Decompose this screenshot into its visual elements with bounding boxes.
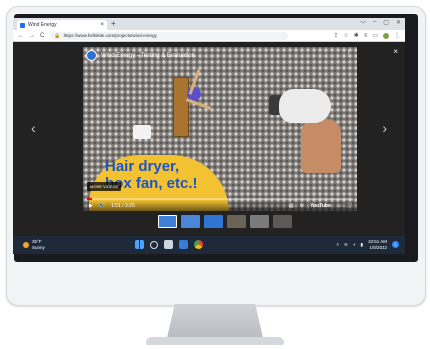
- previous-arrow-icon[interactable]: ‹: [31, 120, 36, 136]
- video-thumbnail[interactable]: [250, 215, 269, 228]
- new-tab-button[interactable]: +: [111, 19, 116, 28]
- turbine-post: [173, 77, 189, 137]
- reading-list-icon[interactable]: ≡: [364, 33, 368, 39]
- youtube-logo[interactable]: YouTube: [310, 203, 331, 209]
- minimize-button[interactable]: –: [373, 19, 376, 28]
- wifi-icon[interactable]: ≋: [344, 242, 348, 248]
- video-controls: ▶ 🔊 1:01 / 3:25 ▤ ⚙ YouTube ▭ ⛶: [83, 200, 357, 211]
- tab-strip: Wind Energy × + ﹀ – ▢ ✕: [13, 18, 405, 30]
- sun-icon: [23, 241, 29, 248]
- search-icon[interactable]: [150, 240, 158, 249]
- monitor-base: [146, 337, 284, 345]
- video-thumbnail[interactable]: [227, 215, 246, 228]
- taskbar: 35°F Sunny ˄ ≋ ◖ ▮ 10:51 AM 1/8/2022 1: [13, 236, 405, 254]
- share-icon[interactable]: ⇪: [333, 32, 338, 39]
- notification-badge[interactable]: 1: [392, 241, 399, 248]
- window-controls: ﹀ – ▢ ✕: [360, 19, 401, 28]
- reload-button[interactable]: C: [40, 33, 44, 39]
- video-menu-icon[interactable]: ⋮: [345, 50, 352, 58]
- video-time: 1:01 / 3:25: [111, 202, 135, 209]
- clock[interactable]: 10:51 AM 1/8/2022: [368, 239, 387, 250]
- back-button[interactable]: ←: [18, 33, 24, 39]
- profile-avatar[interactable]: [383, 32, 389, 39]
- paper-cup: [133, 125, 151, 139]
- clock-time: 10:51 AM: [367, 239, 387, 244]
- screen: Wind Energy × + ﹀ – ▢ ✕ ← → C 🔒 https://…: [13, 18, 405, 254]
- weather-widget[interactable]: 35°F Sunny: [23, 239, 45, 250]
- video-header: Wind Energy - Testing & Evaluation: [86, 50, 195, 61]
- video-thumbnail[interactable]: [204, 215, 223, 228]
- widgets-icon[interactable]: [179, 240, 188, 249]
- video-player[interactable]: Wind Energy - Testing & Evaluation ⋮ Hai…: [83, 47, 357, 211]
- clock-date: 1/8/2022: [369, 244, 387, 250]
- video-title[interactable]: Wind Energy - Testing & Evaluation: [101, 53, 195, 59]
- channel-logo-icon[interactable]: [86, 50, 97, 61]
- browser-toolbar: ← → C 🔒 https://www.hellokite.com/projec…: [13, 30, 405, 42]
- tab-close-icon[interactable]: ×: [100, 22, 104, 28]
- play-icon[interactable]: ▶: [89, 203, 93, 209]
- taskbar-apps: [135, 240, 203, 249]
- tab-title: Wind Energy: [28, 22, 57, 28]
- menu-icon[interactable]: ⋮: [394, 32, 400, 39]
- star-icon[interactable]: ☆: [343, 32, 348, 39]
- close-window-button[interactable]: ✕: [396, 19, 401, 28]
- more-videos-button[interactable]: MORE VIDEOS: [87, 182, 122, 191]
- next-arrow-icon[interactable]: ›: [382, 120, 387, 136]
- chevron-up-icon[interactable]: ˄: [336, 242, 339, 247]
- thumbnail-strip: [158, 215, 292, 228]
- video-thumbnail[interactable]: [273, 215, 292, 228]
- settings-gear-icon[interactable]: ⚙: [300, 203, 304, 209]
- monitor-stand: [167, 304, 263, 338]
- subtitles-icon[interactable]: ▤: [289, 203, 294, 209]
- monitor-chin: [7, 269, 425, 305]
- tab-search-icon[interactable]: ﹀: [360, 19, 366, 28]
- fullscreen-icon[interactable]: ⛶: [347, 203, 351, 209]
- hand: [301, 119, 341, 173]
- speaker-icon[interactable]: ◖: [353, 242, 356, 247]
- volume-icon[interactable]: 🔊: [99, 203, 105, 209]
- start-icon[interactable]: [135, 240, 144, 249]
- chrome-icon[interactable]: [194, 240, 203, 249]
- maximize-button[interactable]: ▢: [383, 19, 389, 28]
- task-view-icon[interactable]: [164, 240, 173, 249]
- address-url: https://www.hellokite.com/projects/wind-…: [63, 33, 157, 38]
- address-bar[interactable]: 🔒 https://www.hellokite.com/projects/win…: [50, 31, 289, 40]
- video-thumbnail[interactable]: [181, 215, 200, 228]
- video-lightbox: × ‹ › Wind Energy - Testing & Evaluation…: [13, 42, 405, 236]
- video-thumbnail[interactable]: [158, 215, 177, 228]
- caption-line-1: Hair dryer,: [105, 158, 180, 175]
- forward-button[interactable]: →: [29, 33, 35, 39]
- favicon-icon: [20, 22, 25, 28]
- lightbox-close-icon[interactable]: ×: [393, 47, 398, 56]
- lock-icon: 🔒: [54, 32, 61, 39]
- battery-icon[interactable]: ▮: [361, 242, 363, 248]
- extensions-icon[interactable]: ✱: [354, 32, 359, 39]
- theater-icon[interactable]: ▭: [337, 203, 342, 209]
- split-view-icon[interactable]: ▭: [372, 32, 378, 39]
- system-tray: ˄ ≋ ◖ ▮ 10:51 AM 1/8/2022 1: [336, 239, 399, 250]
- tab-wind-energy[interactable]: Wind Energy ×: [17, 20, 107, 30]
- hair-dryer: [279, 89, 331, 123]
- weather-desc: Sunny: [32, 244, 45, 250]
